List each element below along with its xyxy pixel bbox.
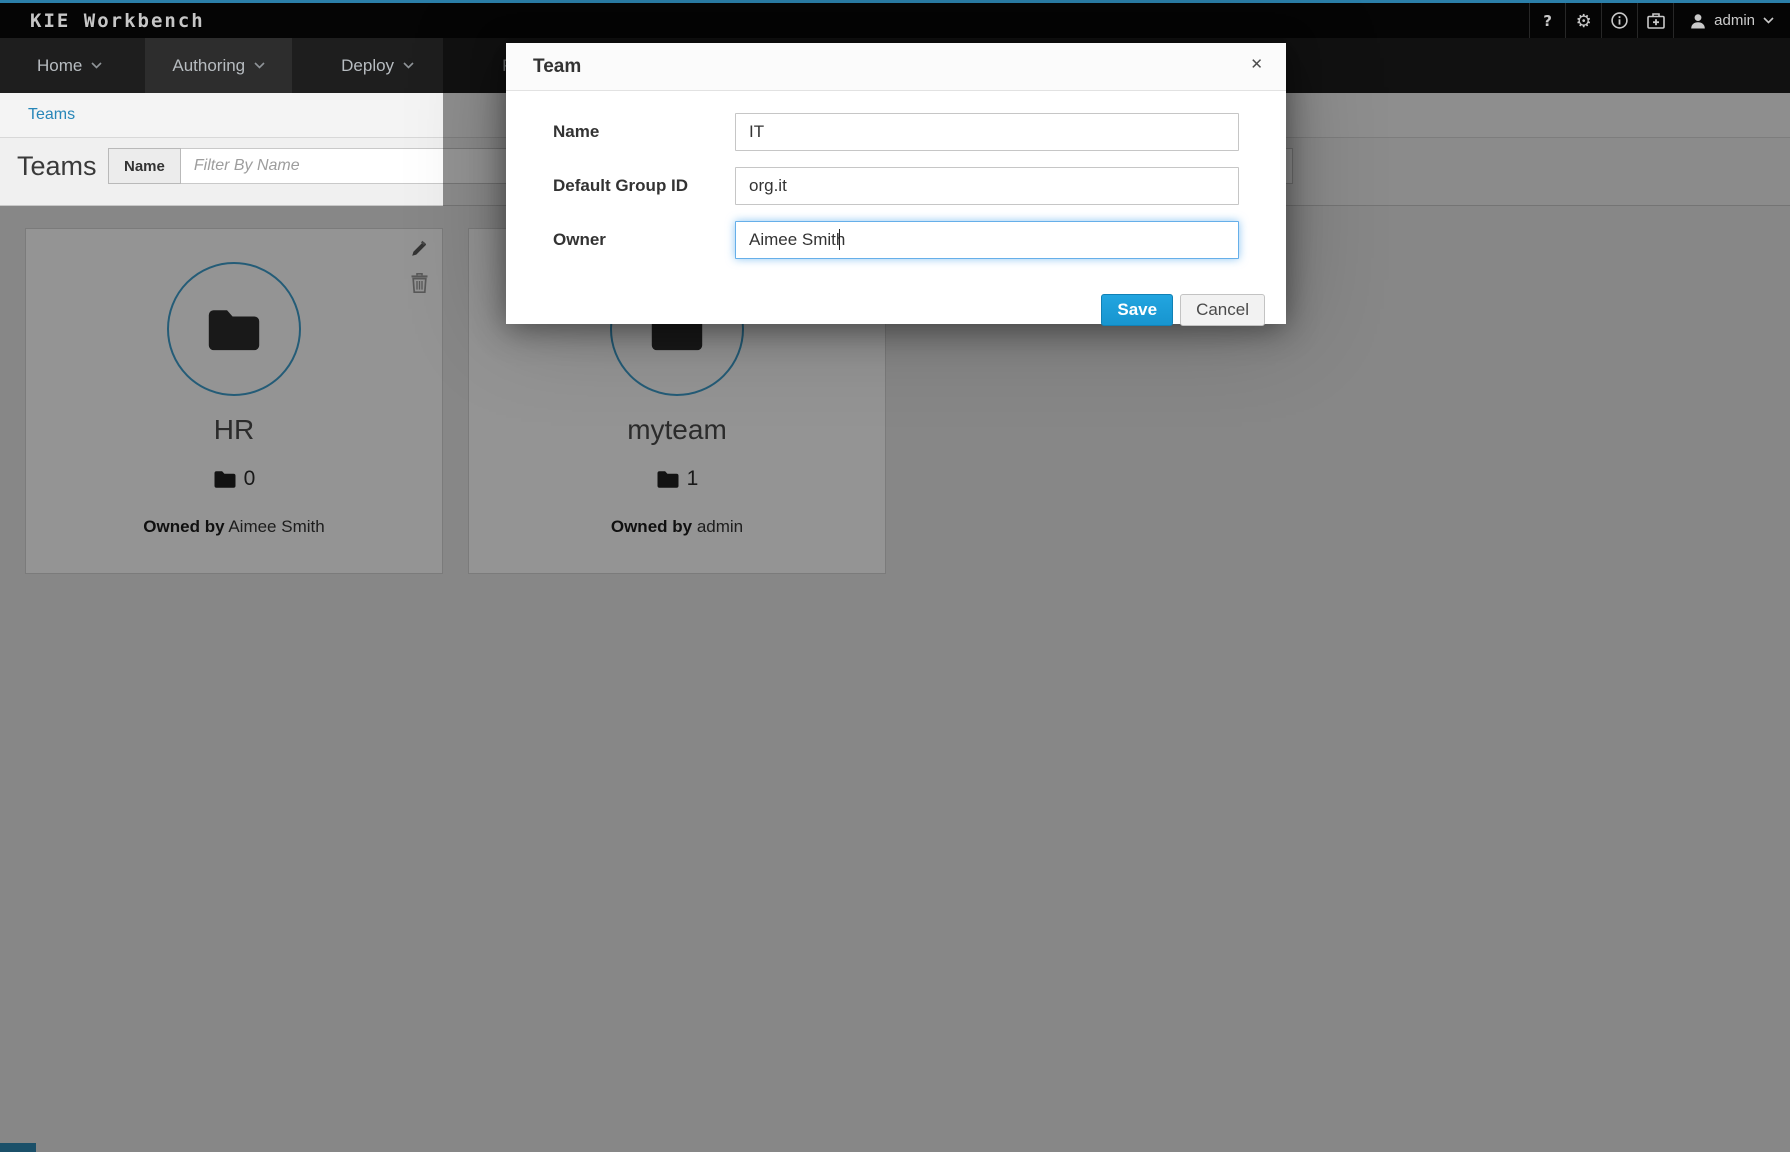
cancel-button[interactable]: Cancel [1180,294,1265,326]
nav-item-authoring[interactable]: Authoring [145,38,292,93]
filter-label: Name [108,148,181,184]
team-modal: Team ✕ Name Default Group ID Owner Save [506,43,1286,324]
kie-workbench-screen: KIE Workbench ? ⚙ [0,0,1790,1152]
user-icon [1690,13,1706,29]
help-icon[interactable]: ? [1529,3,1565,38]
form-row-name: Name [553,113,1239,151]
owner-field-label: Owner [553,230,735,250]
kit-apps-icon[interactable] [1637,3,1673,38]
save-button[interactable]: Save [1101,294,1173,326]
nav-item-home[interactable]: Home [10,38,129,93]
modal-title: Team [506,43,1286,91]
top-bar: KIE Workbench ? ⚙ [0,3,1790,38]
settings-gear-icon[interactable]: ⚙ [1565,3,1601,38]
form-row-default-group-id: Default Group ID [553,167,1239,205]
app-logo: KIE Workbench [30,10,205,32]
default-group-id-field-label: Default Group ID [553,176,735,196]
breadcrumb-teams-link[interactable]: Teams [28,93,75,137]
chevron-down-icon [254,62,265,69]
default-group-id-field[interactable] [735,167,1239,205]
nav-item-deploy[interactable]: Deploy [314,38,441,93]
form-row-owner: Owner [553,221,1239,259]
modal-body: Name Default Group ID Owner [506,91,1286,259]
user-menu[interactable]: admin [1673,3,1790,38]
chevron-down-icon [403,62,414,69]
info-icon[interactable] [1601,3,1637,38]
page-title: Teams [17,151,97,182]
chevron-down-icon [91,62,102,69]
text-cursor [839,229,840,250]
close-icon[interactable]: ✕ [1250,55,1263,73]
chevron-down-icon [1763,17,1774,24]
name-field-label: Name [553,122,735,142]
modal-footer: Save Cancel [506,275,1286,326]
modal-header: Team ✕ [506,43,1286,91]
top-bar-actions: ? ⚙ [1529,3,1790,38]
user-name: admin [1714,12,1755,29]
modal-backdrop[interactable] [0,206,1790,1152]
owner-field[interactable] [735,221,1239,259]
owner-field-wrap [735,221,1239,259]
name-field[interactable] [735,113,1239,151]
